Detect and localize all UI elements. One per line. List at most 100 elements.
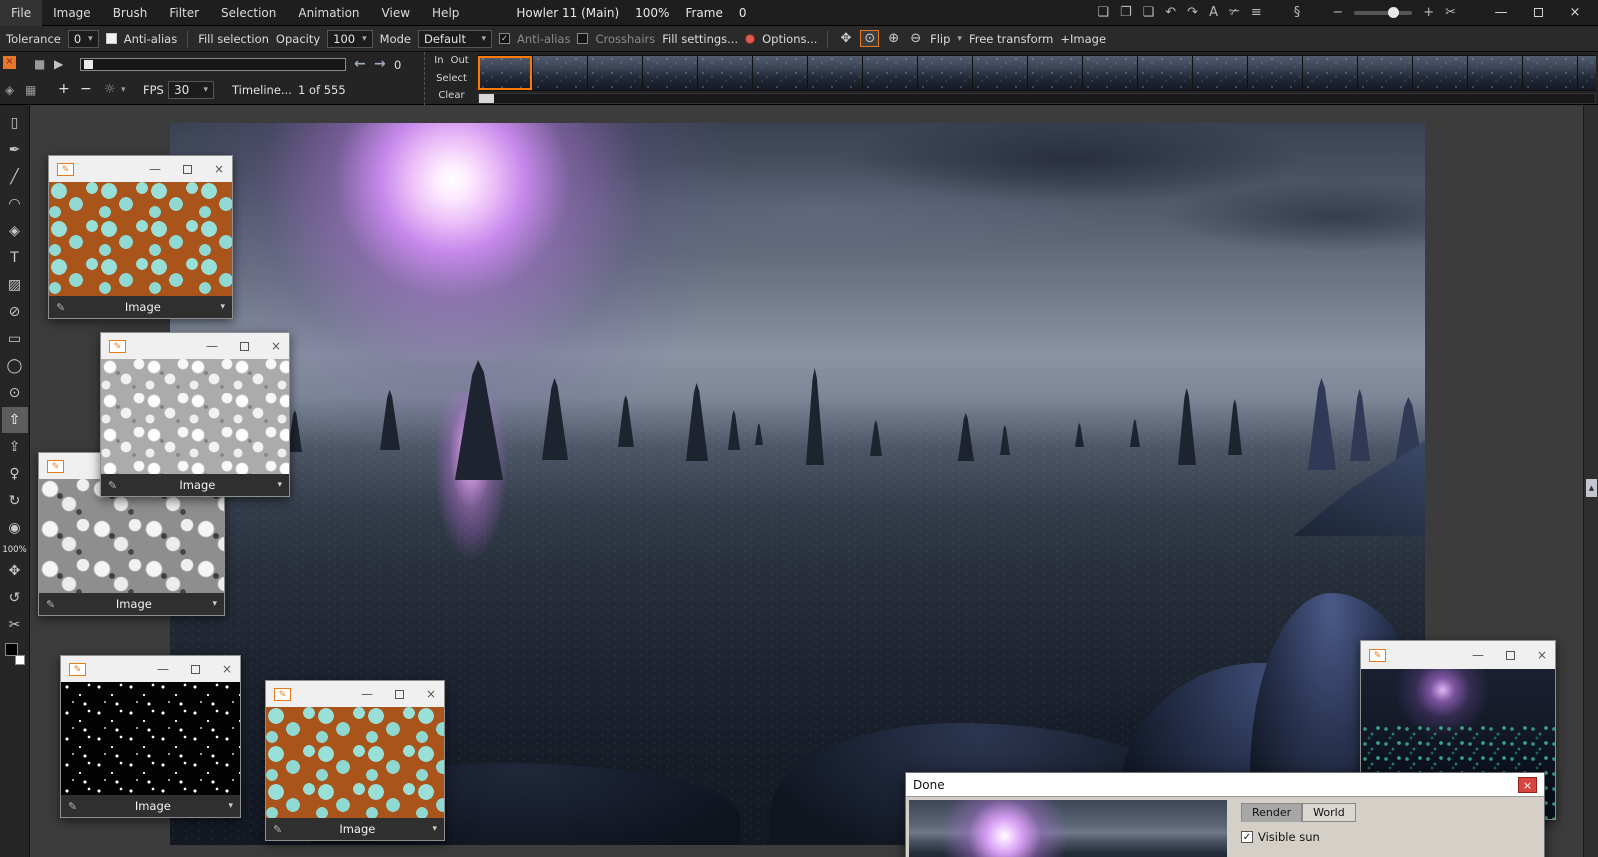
maximize-button[interactable] [190, 662, 200, 676]
lines-icon[interactable]: ≡ [1251, 5, 1262, 20]
crosshairs-checkbox[interactable] [577, 33, 589, 44]
scrollbar-thumb[interactable]: ▲ [1586, 479, 1597, 497]
out-button[interactable]: Out [451, 55, 469, 66]
gem-icon[interactable]: ◈ [5, 83, 14, 97]
filmstrip-frame[interactable] [973, 56, 1027, 90]
chevron-down-icon[interactable]: ▾ [121, 85, 126, 95]
canvas-vertical-scrollbar[interactable]: ▲ [1583, 105, 1598, 857]
timeline-button[interactable]: Timeline... [232, 83, 292, 97]
menu-image[interactable]: Image [42, 0, 102, 26]
chevron-down-icon[interactable]: ▾ [212, 599, 217, 609]
close-button[interactable]: × [1562, 5, 1588, 20]
filmstrip-frame[interactable] [1468, 56, 1522, 90]
close-button[interactable]: × [426, 687, 436, 701]
new-frame-icon[interactable]: ❏ [1097, 5, 1109, 20]
filmstrip-frame[interactable] [588, 56, 642, 90]
zoom-box-icon[interactable]: ⊙ [860, 30, 880, 47]
rotate-tool[interactable]: ↻ [2, 488, 28, 514]
fps-combo[interactable]: 30 ▾ [168, 81, 214, 99]
minimize-button[interactable]: — [361, 687, 373, 701]
polygon-tool[interactable]: ◈ [2, 218, 28, 244]
visible-sun-checkbox[interactable]: ✓ [1241, 831, 1253, 843]
cut-tool[interactable]: ✂ [2, 612, 28, 638]
maximize-button[interactable] [239, 339, 249, 353]
spline-icon[interactable]: § [1294, 5, 1301, 20]
key-tool[interactable]: ♀ [2, 461, 28, 487]
fill-settings-button[interactable]: Fill settings... [662, 32, 738, 46]
menu-brush[interactable]: Brush [102, 0, 159, 26]
brush-tool[interactable]: ✒ [2, 137, 28, 163]
tab-render[interactable]: Render [1241, 803, 1303, 822]
maximize-button[interactable] [394, 687, 404, 701]
filmstrip-frame[interactable] [1193, 56, 1247, 90]
close-button[interactable]: × [271, 339, 281, 353]
airbrush-tool[interactable]: ▯ [2, 110, 28, 136]
filmstrip-frame[interactable] [533, 56, 587, 90]
free-transform-button[interactable]: Free transform [969, 32, 1053, 46]
zoom-in-icon[interactable]: ⊕ [886, 31, 901, 46]
slider-minus-icon[interactable]: − [1332, 5, 1343, 20]
zoom-out-icon[interactable]: ⊖ [908, 31, 923, 46]
filmstrip-frame[interactable] [1138, 56, 1192, 90]
remove-frame-button[interactable]: − [80, 81, 92, 97]
select-button[interactable]: Select [436, 73, 467, 84]
minimize-button[interactable]: — [149, 162, 161, 176]
palette-footer[interactable]: ✎ Image ▾ [266, 818, 444, 840]
flip-button[interactable]: Flip [930, 32, 950, 46]
palette-image-cells[interactable] [101, 359, 289, 474]
palette-titlebar[interactable]: ✎ — × [1361, 641, 1555, 669]
display-icon[interactable]: ▦ [25, 83, 36, 97]
tab-world[interactable]: World [1302, 803, 1356, 822]
zoom-tool[interactable]: ⊙ [2, 380, 28, 406]
filmstrip-frame[interactable] [643, 56, 697, 90]
text-tool[interactable]: T [2, 245, 28, 271]
maximize-button[interactable] [1525, 5, 1551, 20]
palette-titlebar[interactable]: ✎ — × [61, 656, 240, 682]
filmstrip-frame[interactable] [863, 56, 917, 90]
lamp-tool[interactable]: ◉ [2, 515, 28, 541]
timeline-scrubber[interactable] [80, 58, 346, 71]
chevron-down-icon[interactable]: ▾ [228, 801, 233, 811]
filmstrip-frame[interactable] [1578, 56, 1596, 90]
filmstrip-scrollbar[interactable] [478, 93, 1596, 104]
prev-frame-icon[interactable]: ← [354, 56, 366, 72]
done-close-button[interactable]: × [1518, 776, 1537, 793]
filmstrip-frame[interactable] [1303, 56, 1357, 90]
menu-help[interactable]: Help [421, 0, 470, 26]
curve-tool[interactable]: ◠ [2, 191, 28, 217]
menu-view[interactable]: View [371, 0, 421, 26]
text-transform-icon[interactable]: A [1209, 5, 1218, 20]
minimize-button[interactable]: — [1488, 5, 1514, 20]
filmstrip-frame[interactable] [753, 56, 807, 90]
minimize-button[interactable]: — [1472, 648, 1484, 662]
palette-footer[interactable]: ✎ Image ▾ [61, 795, 240, 817]
filmstrip-frame[interactable] [808, 56, 862, 90]
done-dialog-titlebar[interactable]: Done × [906, 773, 1544, 797]
timeline-close-button[interactable]: × [3, 56, 16, 69]
chevron-down-icon[interactable]: ▾ [432, 824, 437, 834]
filmstrip-frame[interactable] [698, 56, 752, 90]
maximize-button[interactable] [1505, 648, 1515, 662]
picker-tool[interactable]: ⇧ [1, 407, 28, 433]
chevron-down-icon[interactable]: ▾ [220, 302, 225, 312]
slider-plus-icon[interactable]: + [1423, 5, 1434, 20]
plus-image-button[interactable]: +Image [1060, 32, 1106, 46]
minimize-button[interactable]: — [157, 662, 169, 676]
close-button[interactable]: × [214, 162, 224, 176]
transform-tool[interactable]: ⇪ [2, 434, 28, 460]
in-button[interactable]: In [434, 55, 443, 66]
copy-frame-icon[interactable]: ❐ [1120, 5, 1132, 20]
antialias2-checkbox[interactable]: ✓ [498, 33, 510, 44]
rect-select-tool[interactable]: ▭ [2, 326, 28, 352]
filmstrip-frame[interactable] [1413, 56, 1467, 90]
scrollbar-thumb[interactable] [479, 94, 494, 103]
redo-icon[interactable]: ↷ [1187, 5, 1198, 20]
palette-image-green[interactable] [266, 707, 444, 818]
slider-thumb-icon[interactable] [1387, 6, 1399, 18]
palette-image-green[interactable] [49, 182, 232, 296]
close-button[interactable]: × [222, 662, 232, 676]
ellipse-tool[interactable]: ⊘ [2, 299, 28, 325]
menu-filter[interactable]: Filter [158, 0, 210, 26]
filmstrip-frame[interactable] [1028, 56, 1082, 90]
chevron-down-icon[interactable]: ▾ [277, 480, 282, 490]
